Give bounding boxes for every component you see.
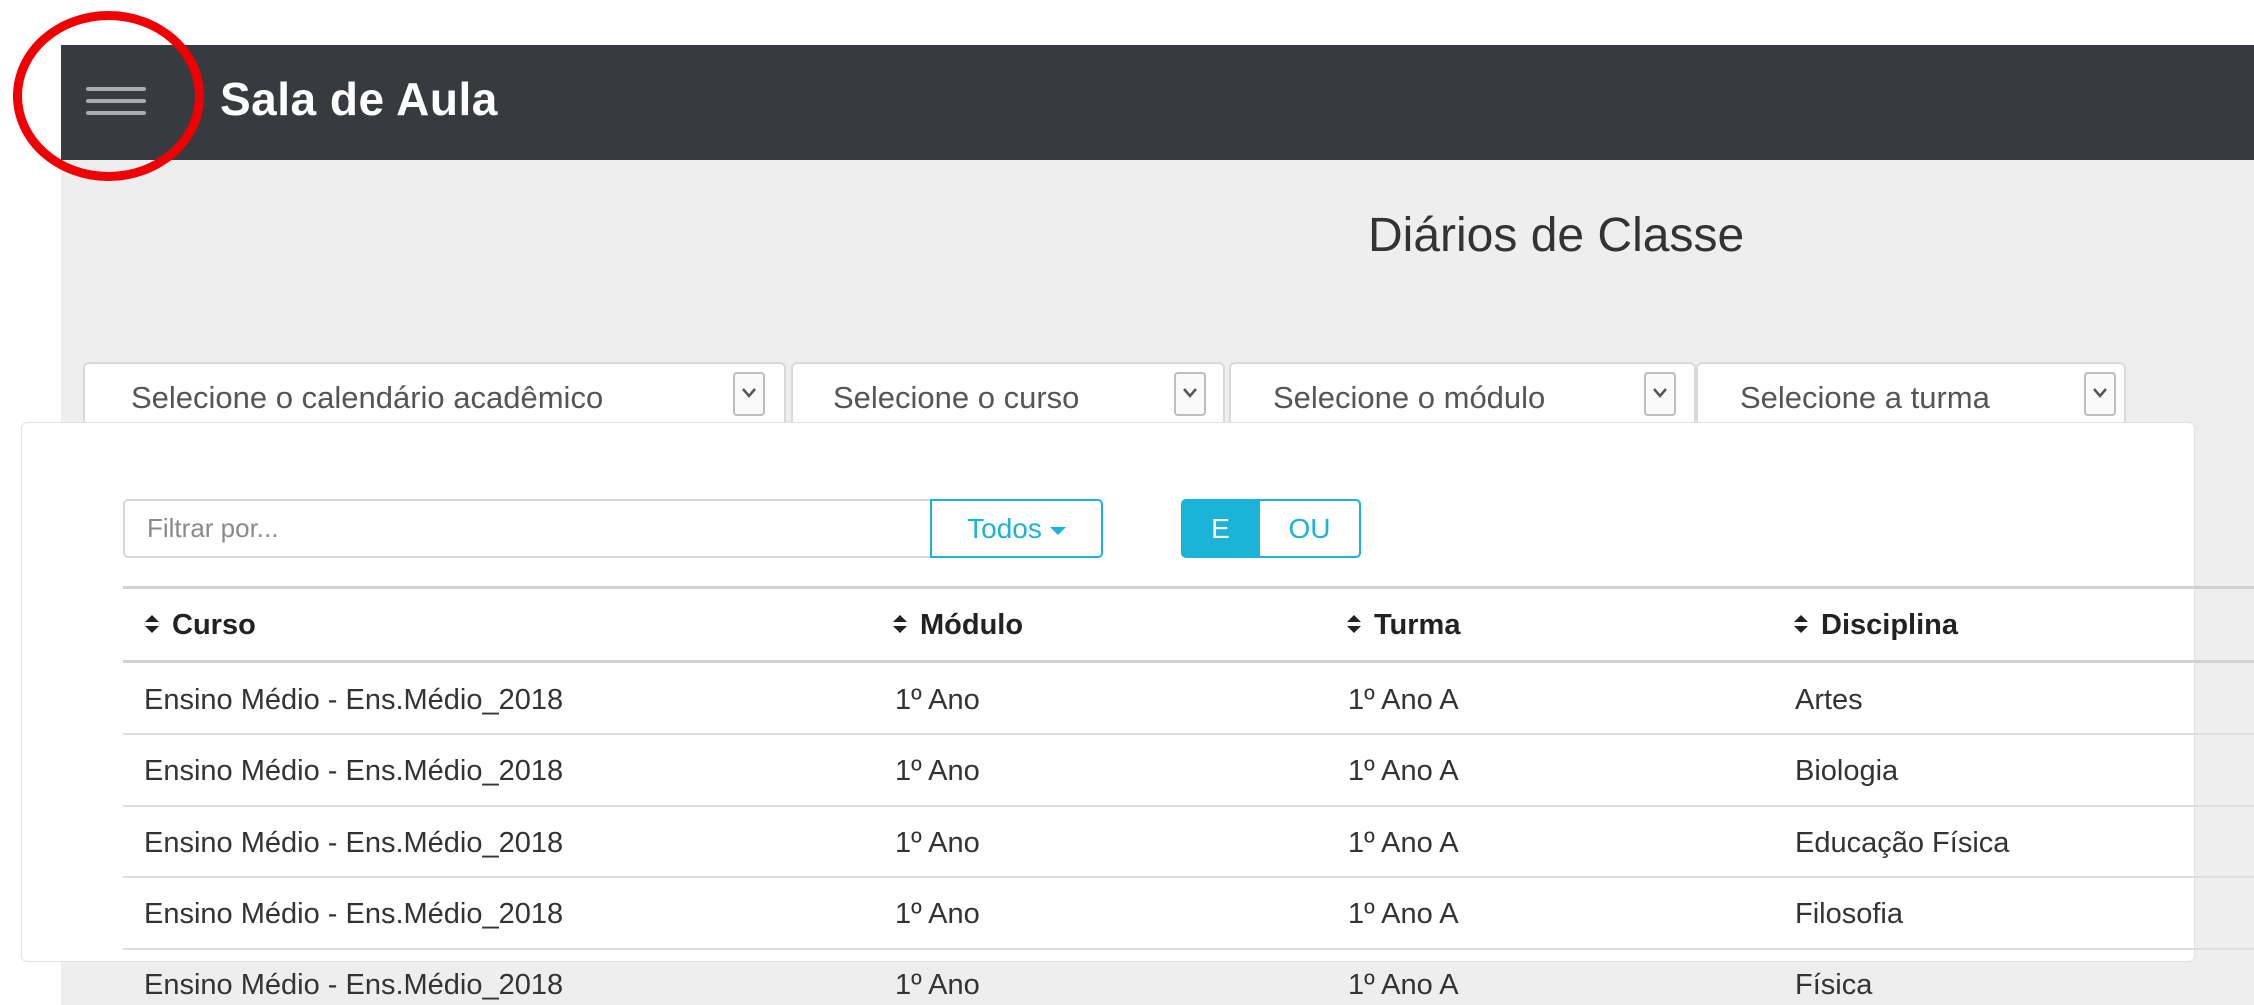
- sort-icon: [145, 615, 159, 634]
- chevron-down-icon[interactable]: [2084, 372, 2116, 416]
- filter-input[interactable]: [123, 499, 930, 558]
- column-header-modulo[interactable]: Módulo: [892, 609, 1023, 642]
- module-select[interactable]: Selecione o módulo: [1229, 362, 1696, 426]
- cell-modulo[interactable]: 1º Ano: [895, 755, 980, 788]
- cell-modulo[interactable]: 1º Ano: [895, 827, 980, 860]
- cell-curso[interactable]: Ensino Médio - Ens.Médio_2018: [144, 755, 563, 788]
- row-divider: [123, 805, 2254, 807]
- scope-dropdown-button[interactable]: Todos: [930, 499, 1103, 558]
- cell-turma[interactable]: 1º Ano A: [1348, 898, 1459, 931]
- cell-disciplina[interactable]: Física: [1795, 969, 1872, 1002]
- scope-dropdown-label: Todos: [967, 512, 1042, 544]
- sort-icon: [1347, 615, 1361, 634]
- cell-curso[interactable]: Ensino Médio - Ens.Médio_2018: [144, 684, 563, 717]
- sort-icon: [1794, 615, 1808, 634]
- column-header-label: Disciplina: [1821, 609, 1958, 641]
- cell-curso[interactable]: Ensino Médio - Ens.Médio_2018: [144, 898, 563, 931]
- module-select-label: Selecione o módulo: [1273, 380, 1546, 415]
- cell-turma[interactable]: 1º Ano A: [1348, 755, 1459, 788]
- logic-and-button[interactable]: E: [1181, 499, 1260, 558]
- table-top-divider: [123, 586, 2254, 589]
- row-divider: [123, 876, 2254, 878]
- column-header-disciplina[interactable]: Disciplina: [1793, 609, 1958, 642]
- class-select-label: Selecione a turma: [1740, 380, 1990, 415]
- cell-disciplina[interactable]: Biologia: [1795, 755, 1898, 788]
- column-header-label: Turma: [1374, 609, 1461, 641]
- column-header-curso[interactable]: Curso: [144, 609, 256, 642]
- course-select[interactable]: Selecione o curso: [791, 362, 1225, 426]
- class-select[interactable]: Selecione a turma: [1696, 362, 2126, 426]
- hamburger-menu-icon[interactable]: [86, 78, 146, 126]
- cell-curso[interactable]: Ensino Médio - Ens.Médio_2018: [144, 969, 563, 1002]
- cell-modulo[interactable]: 1º Ano: [895, 969, 980, 1002]
- row-divider: [123, 948, 2254, 950]
- column-header-label: Curso: [172, 609, 256, 641]
- app-title: Sala de Aula: [220, 73, 498, 125]
- chevron-down-icon[interactable]: [1174, 372, 1206, 416]
- top-navbar: Sala de Aula: [61, 45, 2254, 160]
- cell-modulo[interactable]: 1º Ano: [895, 898, 980, 931]
- table-header-divider: [123, 660, 2254, 663]
- chevron-down-icon[interactable]: [1644, 372, 1676, 416]
- column-header-label: Módulo: [920, 609, 1024, 641]
- chevron-down-icon[interactable]: [733, 372, 765, 416]
- cell-disciplina[interactable]: Artes: [1795, 684, 1863, 717]
- caret-down-icon: [1049, 526, 1066, 535]
- cell-turma[interactable]: 1º Ano A: [1348, 684, 1459, 717]
- page-title: Diários de Classe: [1368, 209, 1745, 262]
- cell-turma[interactable]: 1º Ano A: [1348, 827, 1459, 860]
- row-divider: [123, 733, 2254, 735]
- cell-turma[interactable]: 1º Ano A: [1348, 969, 1459, 1002]
- cell-curso[interactable]: Ensino Médio - Ens.Médio_2018: [144, 827, 563, 860]
- calendar-select[interactable]: Selecione o calendário acadêmico: [83, 362, 786, 426]
- logic-or-button[interactable]: OU: [1260, 499, 1361, 558]
- sort-icon: [893, 615, 907, 634]
- cell-modulo[interactable]: 1º Ano: [895, 684, 980, 717]
- column-header-turma[interactable]: Turma: [1346, 609, 1460, 642]
- calendar-select-label: Selecione o calendário acadêmico: [131, 380, 604, 415]
- cell-disciplina[interactable]: Educação Física: [1795, 827, 2009, 860]
- cell-disciplina[interactable]: Filosofia: [1795, 898, 1903, 931]
- course-select-label: Selecione o curso: [833, 380, 1080, 415]
